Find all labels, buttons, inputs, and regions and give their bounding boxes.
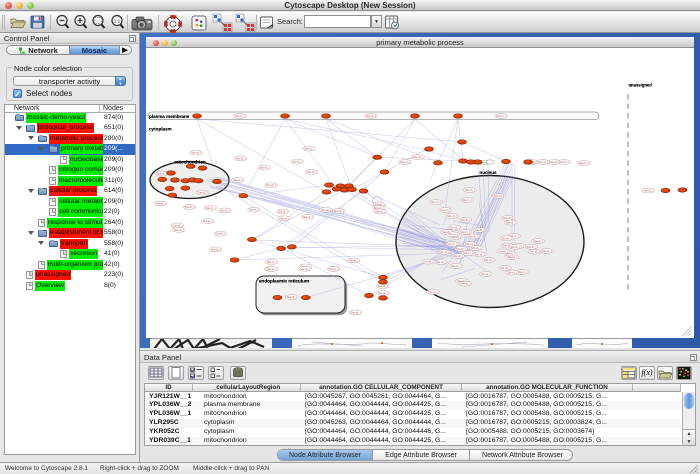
svg-text:Site-d(..): Site-d(..) [400, 160, 410, 164]
svg-text:Site-d(..): Site-d(..) [292, 160, 302, 164]
svg-text:Site-d(..): Site-d(..) [460, 282, 470, 286]
svg-text:Site-d(..): Site-d(..) [366, 114, 376, 118]
svg-text:Site-d(..): Site-d(..) [450, 225, 460, 229]
svg-text:Site-d(..): Site-d(..) [423, 260, 433, 264]
svg-text:Site-d(..): Site-d(..) [498, 249, 508, 253]
svg-text:Site-d(..): Site-d(..) [453, 254, 463, 258]
svg-text:endoplasmic reticulum: endoplasmic reticulum [259, 279, 309, 284]
svg-text:Site-d(..): Site-d(..) [428, 290, 438, 294]
svg-text:Site-d(..): Site-d(..) [474, 228, 484, 232]
svg-text:unassigned: unassigned [629, 83, 653, 88]
svg-text:Site-d(..): Site-d(..) [643, 189, 653, 193]
svg-text:Site-d(..): Site-d(..) [460, 230, 470, 234]
svg-text:Site-d(..): Site-d(..) [203, 219, 213, 223]
svg-text:Site-d(..): Site-d(..) [328, 267, 338, 271]
svg-text:Site-d(..): Site-d(..) [506, 221, 516, 225]
svg-text:Site-d(..): Site-d(..) [494, 194, 504, 198]
svg-text:Site-d(..): Site-d(..) [378, 291, 388, 295]
svg-text:Site-d(..): Site-d(..) [235, 114, 245, 118]
svg-text:Site-d(..): Site-d(..) [236, 156, 246, 160]
svg-text:Site-d(..): Site-d(..) [259, 166, 269, 170]
svg-text:Site-d(..): Site-d(..) [503, 216, 513, 220]
svg-text:Site-d(..): Site-d(..) [465, 188, 475, 192]
svg-text:plasma membrane: plasma membrane [149, 114, 190, 119]
svg-text:nucleus: nucleus [479, 170, 497, 175]
svg-text:Site-d(..): Site-d(..) [378, 284, 388, 288]
svg-text:1:1: 1:1 [114, 19, 121, 24]
svg-text:Site-d(..): Site-d(..) [460, 218, 470, 222]
svg-text:Site-d(..): Site-d(..) [436, 260, 446, 264]
svg-text:Site-d(..): Site-d(..) [184, 205, 194, 209]
svg-text:Site-d(..): Site-d(..) [510, 245, 520, 249]
svg-text:Site-d(..): Site-d(..) [471, 246, 481, 250]
svg-text:Site-d(..): Site-d(..) [451, 264, 461, 268]
svg-text:Site-d(..): Site-d(..) [191, 151, 201, 155]
svg-text:Site-d(..): Site-d(..) [465, 242, 475, 246]
svg-text:Site-d(..): Site-d(..) [304, 146, 314, 150]
svg-text:Site-d(..): Site-d(..) [538, 160, 548, 164]
svg-text:Site-d(..): Site-d(..) [348, 258, 358, 262]
svg-text:Site-d(..): Site-d(..) [533, 239, 543, 243]
svg-text:Site-d(..): Site-d(..) [462, 198, 472, 202]
svg-text:Site-d(..): Site-d(..) [439, 250, 449, 254]
svg-text:Site-d(..): Site-d(..) [156, 202, 166, 206]
svg-text:Site-d(..): Site-d(..) [484, 258, 494, 262]
svg-text:Site-d(..): Site-d(..) [413, 155, 423, 159]
svg-text:Site-d(..): Site-d(..) [215, 232, 225, 236]
svg-text:Site-d(..): Site-d(..) [475, 252, 485, 256]
svg-text:Site-d(..): Site-d(..) [287, 295, 297, 299]
svg-text:Site-d(..): Site-d(..) [447, 242, 457, 246]
svg-text:Site-d(..): Site-d(..) [481, 272, 491, 276]
svg-text:Site-d(..): Site-d(..) [249, 208, 259, 212]
svg-text:Site-d(..): Site-d(..) [431, 200, 441, 204]
svg-text:Site-d(..): Site-d(..) [542, 249, 552, 253]
svg-text:Site-d(..): Site-d(..) [507, 271, 517, 275]
svg-text:Site-d(..): Site-d(..) [279, 216, 289, 220]
svg-text:Site-d(..): Site-d(..) [351, 310, 361, 314]
svg-text:Site-d(..): Site-d(..) [278, 210, 288, 214]
svg-text:Site-d(..): Site-d(..) [205, 206, 215, 210]
svg-text:Site-d(..): Site-d(..) [174, 228, 184, 232]
svg-text:mitochondrion: mitochondrion [174, 160, 206, 165]
svg-text:Site-d(..): Site-d(..) [157, 172, 167, 176]
svg-text:Site-d(..): Site-d(..) [267, 267, 277, 271]
svg-text:Site-d(..): Site-d(..) [496, 114, 506, 118]
svg-text:Site-d(..): Site-d(..) [530, 250, 540, 254]
svg-text:Site-d(..): Site-d(..) [220, 208, 230, 212]
svg-text:Site-d(..): Site-d(..) [463, 251, 473, 255]
svg-text:Site-d(..): Site-d(..) [375, 209, 385, 213]
svg-text:Site-d(..): Site-d(..) [233, 178, 243, 182]
svg-text:Site-d(..): Site-d(..) [303, 215, 313, 219]
svg-text:Site-d(..): Site-d(..) [267, 260, 277, 264]
svg-text:Site-d(..): Site-d(..) [501, 236, 511, 240]
svg-text:Site-d(..): Site-d(..) [334, 209, 344, 213]
svg-text:cytoplasm: cytoplasm [149, 127, 172, 132]
svg-text:Site-d(..): Site-d(..) [447, 214, 457, 218]
svg-text:Site-d(..): Site-d(..) [559, 160, 569, 164]
svg-text:Site-d(..): Site-d(..) [500, 266, 510, 270]
svg-text:Site-d(..): Site-d(..) [266, 183, 276, 187]
svg-text:Site-d(..): Site-d(..) [307, 170, 317, 174]
svg-text:Site-d(..): Site-d(..) [526, 245, 536, 249]
svg-text:Site-d(..): Site-d(..) [440, 208, 450, 212]
svg-text:Site-d(..): Site-d(..) [198, 191, 208, 195]
svg-text:Site-d(..): Site-d(..) [456, 247, 466, 251]
svg-text:Site-d(..): Site-d(..) [211, 247, 221, 251]
svg-text:Site-d(..): Site-d(..) [173, 223, 183, 227]
svg-text:Site-d(..): Site-d(..) [448, 232, 458, 236]
svg-text:Site-d(..): Site-d(..) [321, 208, 331, 212]
svg-text:Site-d(..): Site-d(..) [300, 267, 310, 271]
svg-text:Site-d(..): Site-d(..) [579, 161, 589, 165]
svg-text:Site-d(..): Site-d(..) [468, 235, 478, 239]
